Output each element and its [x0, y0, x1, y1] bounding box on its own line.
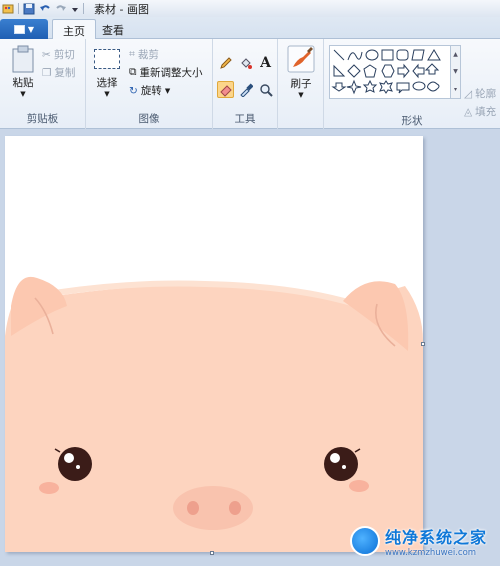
cut-label: 剪切 — [53, 49, 75, 61]
pencil-icon — [219, 56, 232, 69]
select-button[interactable]: 选择 ▼ — [92, 49, 122, 98]
outline-icon: ◿ — [464, 87, 473, 100]
eyedropper-icon — [239, 82, 253, 97]
canvas-resize-handle-right[interactable] — [421, 342, 425, 346]
title-bar: 素材 - 画图 — [0, 0, 500, 17]
canvas-resize-handle-bottom[interactable] — [210, 551, 214, 555]
text-tool[interactable]: A — [257, 54, 274, 71]
resize-button[interactable]: ⧉ 重新调整大小 — [129, 65, 203, 80]
magnifier-icon — [259, 83, 273, 97]
clipboard-group: 粘贴 ▼ ✂ 剪切 ❐ 复制 剪贴板 — [0, 39, 86, 129]
brushes-button[interactable]: 刷子 ▼ — [284, 45, 318, 99]
watermark-logo-icon — [350, 526, 380, 556]
ribbon-tab-row: ▼ 主页 查看 — [0, 17, 500, 40]
ribbon: 粘贴 ▼ ✂ 剪切 ❐ 复制 剪贴板 选择 ▼ ⌗ 裁剪 ⧉ 重新调整大小 ↻ … — [0, 39, 500, 129]
chevron-down-icon: ▼ — [164, 86, 171, 95]
expand-gallery-icon: ▾ — [453, 85, 457, 93]
color-picker-tool[interactable] — [237, 81, 254, 98]
resize-icon: ⧉ — [129, 66, 137, 78]
pencil-tool[interactable] — [217, 54, 234, 71]
scissors-icon: ✂ — [42, 48, 51, 61]
pig-drawing — [5, 276, 423, 552]
fill-tool[interactable] — [237, 54, 254, 71]
copy-icon: ❐ — [42, 66, 52, 79]
paste-button[interactable]: 粘贴 ▼ — [6, 45, 40, 98]
shapes-gallery-icons — [331, 49, 441, 95]
crop-label: 裁剪 — [137, 49, 159, 61]
separator — [18, 3, 19, 14]
image-group-label: 图像 — [138, 113, 160, 125]
undo-icon[interactable] — [39, 3, 51, 15]
cut-button[interactable]: ✂ 剪切 — [42, 47, 75, 62]
crop-icon: ⌗ — [129, 48, 135, 60]
outline-button[interactable]: ◿ 轮廓 — [464, 86, 496, 101]
brushes-label: 刷子 — [290, 78, 312, 90]
select-label: 选择 — [96, 77, 118, 89]
watermark-texts: 纯净系统之家 www.kzmzhuwei.com — [385, 524, 487, 558]
watermark-title: 纯净系统之家 — [385, 528, 488, 547]
resize-label: 重新调整大小 — [139, 67, 203, 79]
chevron-down-icon: ▼ — [453, 68, 458, 76]
paint-bucket-icon — [240, 57, 252, 69]
watermark-url: www.kzmzhuwei.com — [385, 548, 477, 558]
paste-label: 粘贴 — [12, 77, 34, 89]
brush-icon — [287, 45, 315, 73]
rotate-button[interactable]: ↻ 旋转 ▼ — [129, 83, 170, 98]
shapes-group-label: 形状 — [401, 115, 423, 127]
chevron-down-icon: ▼ — [298, 91, 304, 99]
tools-group-label: 工具 — [234, 113, 256, 125]
separator — [83, 3, 84, 14]
shapes-gallery[interactable] — [329, 45, 451, 99]
chevron-down-icon: ▼ — [104, 90, 110, 98]
chevron-down-icon: ▼ — [27, 24, 35, 34]
brushes-group: 刷子 ▼ — [278, 39, 324, 129]
tools-group: A 工具 — [213, 39, 278, 129]
copy-label: 复制 — [54, 67, 76, 79]
tab-view[interactable]: 查看 — [92, 19, 134, 40]
file-menu-icon — [13, 24, 25, 34]
magnifier-tool[interactable] — [257, 81, 274, 98]
eraser-icon — [219, 84, 232, 97]
copy-button[interactable]: ❐ 复制 — [42, 65, 75, 80]
paint-app-icon[interactable] — [2, 3, 14, 15]
rotate-label: 旋转 — [140, 85, 162, 97]
watermark: 纯净系统之家 www.kzmzhuwei.com — [350, 520, 498, 562]
rotate-icon: ↻ — [129, 84, 138, 97]
file-menu-button[interactable]: ▼ — [0, 19, 48, 39]
clipboard-group-label: 剪贴板 — [26, 113, 59, 125]
redo-icon[interactable] — [55, 3, 67, 15]
chevron-down-icon: ▼ — [20, 90, 26, 98]
shapes-gallery-scroll[interactable]: ▲ ▼ ▾ — [451, 45, 461, 99]
tab-home[interactable]: 主页 — [52, 19, 96, 40]
image-group: 选择 ▼ ⌗ 裁剪 ⧉ 重新调整大小 ↻ 旋转 ▼ 图像 — [86, 39, 213, 129]
crop-button[interactable]: ⌗ 裁剪 — [129, 47, 159, 62]
text-icon: A — [260, 54, 271, 71]
drawing-canvas[interactable] — [5, 136, 423, 552]
save-icon[interactable] — [23, 3, 35, 15]
outline-label: 轮廓 — [475, 88, 497, 100]
eraser-tool[interactable] — [217, 81, 234, 98]
select-rectangle-icon — [94, 49, 120, 69]
customize-toolbar-icon[interactable] — [71, 3, 79, 15]
canvas-workspace[interactable] — [0, 130, 500, 566]
clipboard-icon — [12, 45, 34, 73]
window-title: 素材 - 画图 — [94, 2, 149, 16]
chevron-up-icon: ▲ — [453, 51, 458, 59]
